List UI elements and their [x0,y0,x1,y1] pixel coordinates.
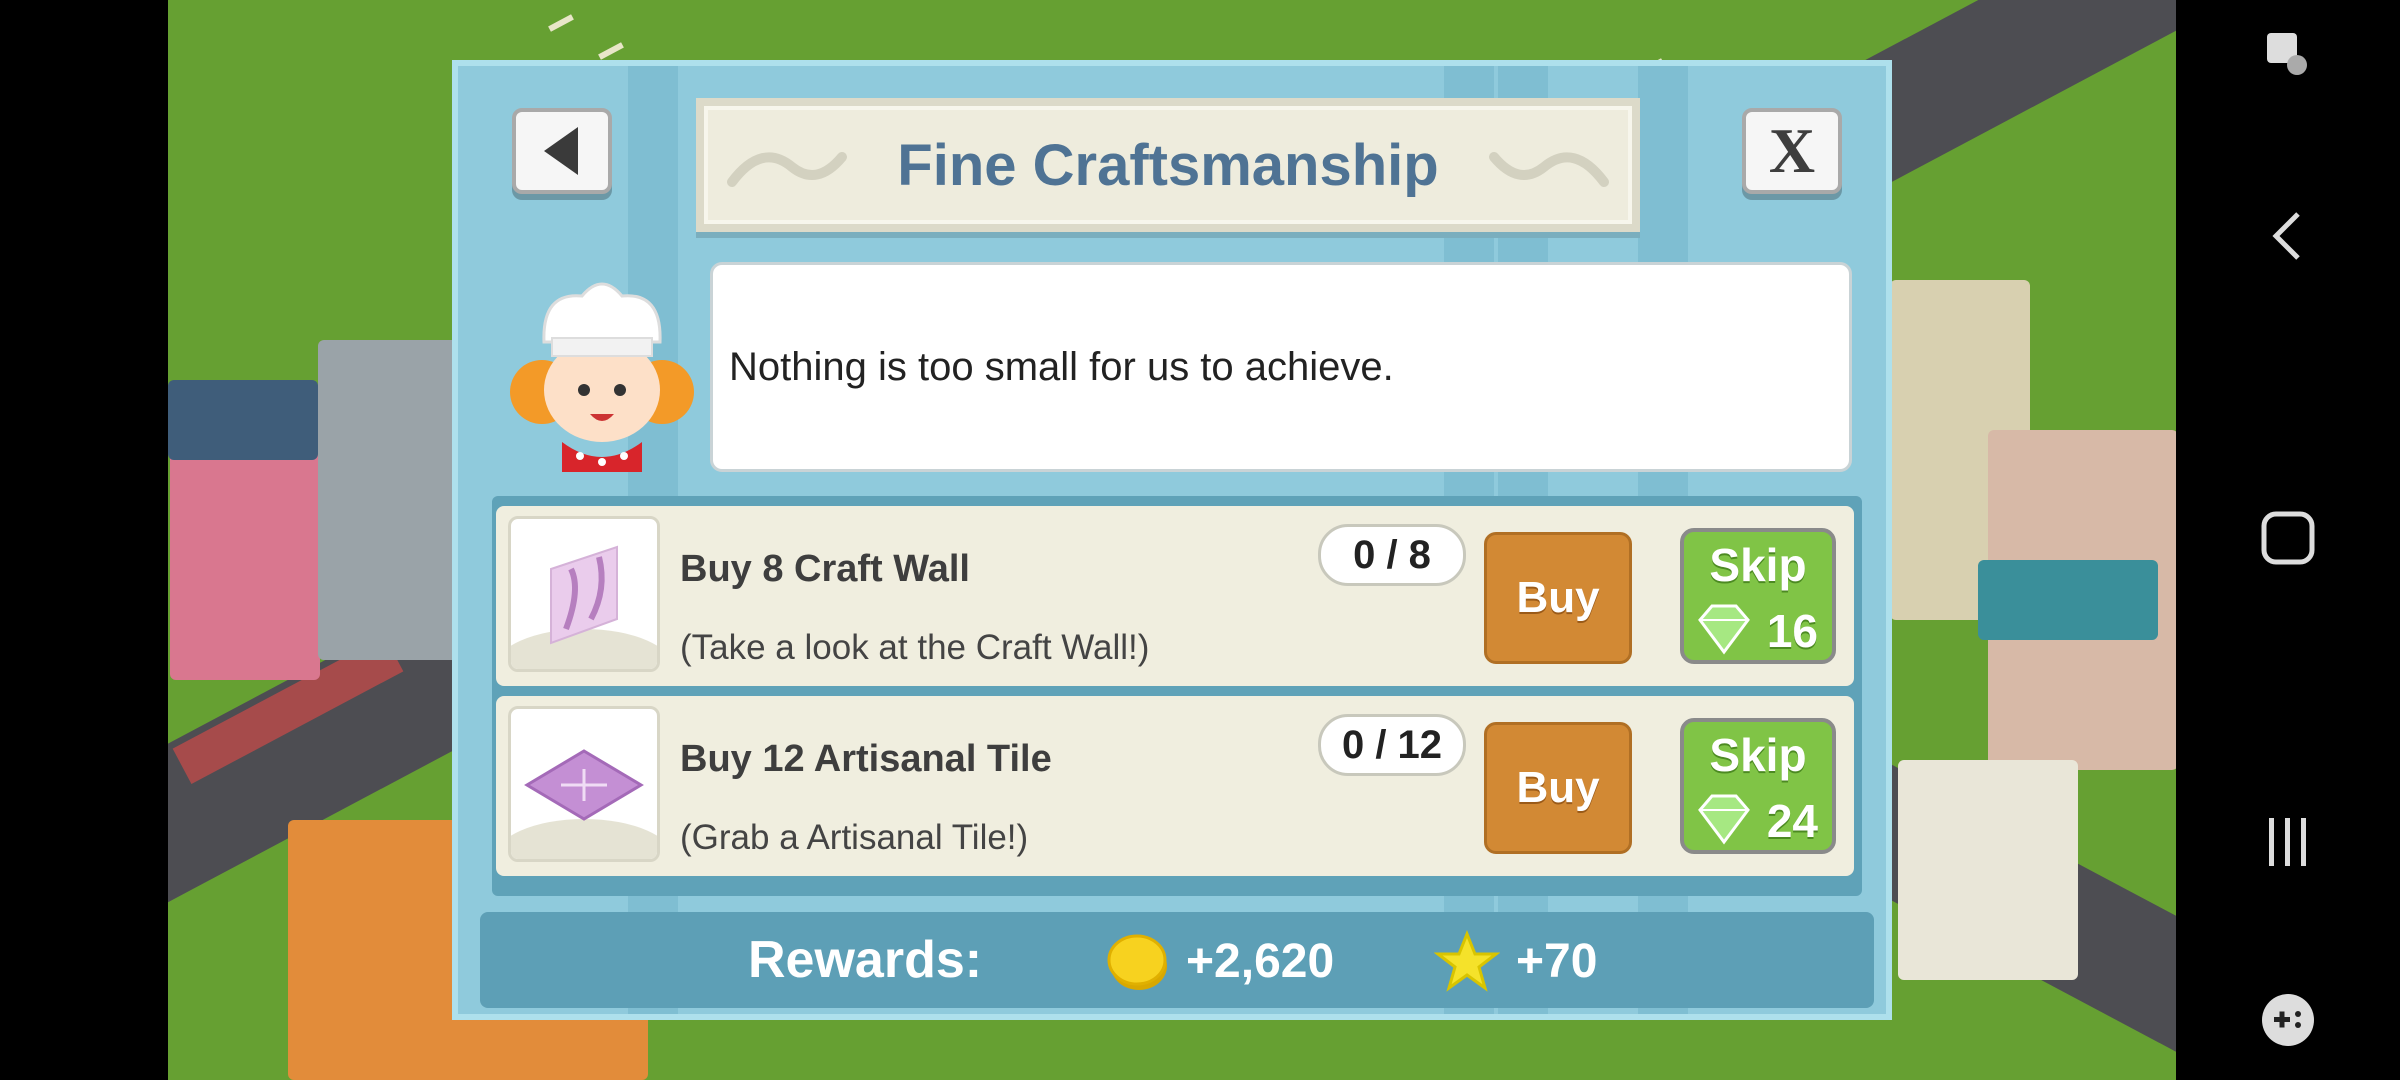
coin-icon [1107,934,1167,990]
task-hint: (Grab a Artisanal Tile!) [680,818,1029,857]
artisanal-tile-icon [508,706,660,862]
rewards-label: Rewards: [748,931,983,989]
task-progress: 0 / 8 [1318,524,1466,586]
skip-cost: 24 [1766,795,1818,847]
stars-reward: +70 [1516,935,1598,988]
screen-pin-icon[interactable] [2258,24,2318,84]
roof [168,380,318,460]
gem-icon [1698,604,1750,655]
task-list: Buy 8 Craft Wall (Take a look at the Cra… [492,496,1862,896]
skip-cost: 16 [1766,605,1818,657]
dialog-title: Fine Craftsmanship [897,132,1439,198]
back-button[interactable] [512,108,612,194]
coins-reward: +2,620 [1186,935,1335,988]
white-building [1898,760,2078,980]
game-tools-icon[interactable] [2258,990,2318,1050]
craft-wall-icon [508,516,660,672]
scroll-ornament-icon [727,152,847,187]
task-row: Buy 8 Craft Wall (Take a look at the Cra… [496,506,1854,686]
rewards-bar: Rewards: +2,620 +70 [480,912,1874,1008]
task-title: Buy 8 Craft Wall [680,548,970,590]
back-arrow-icon [544,127,578,175]
title-plate: Fine Craftsmanship [696,98,1640,232]
task-title: Buy 12 Artisanal Tile [680,738,1052,780]
system-navigation-bar [2176,0,2400,1080]
task-row: Buy 12 Artisanal Tile (Grab a Artisanal … [496,696,1854,876]
teal-awning [1978,560,2158,640]
buy-button[interactable]: Buy [1484,532,1632,664]
recents-nav-icon[interactable] [2258,812,2318,872]
scroll-ornament-icon [1489,152,1609,187]
skip-label: Skip [1709,729,1807,781]
close-button[interactable]: X [1742,108,1842,194]
skip-label: Skip [1709,539,1807,591]
dialog-message: Nothing is too small for us to achieve. [729,344,1394,389]
gem-icon [1698,794,1750,845]
home-nav-icon[interactable] [2258,508,2318,568]
grey-building [318,340,458,660]
back-nav-icon[interactable] [2258,206,2318,266]
quest-dialog: Fine Craftsmanship X Nothing is too smal… [452,60,1892,1020]
chef-character-avatar [510,282,694,472]
task-hint: (Take a look at the Craft Wall!) [680,628,1150,667]
skip-button[interactable]: Skip 24 [1680,718,1836,854]
star-icon [1434,930,1500,992]
task-progress: 0 / 12 [1318,714,1466,776]
buy-button[interactable]: Buy [1484,722,1632,854]
skip-button[interactable]: Skip 16 [1680,528,1836,664]
speech-bubble: Nothing is too small for us to achieve. [710,262,1852,472]
